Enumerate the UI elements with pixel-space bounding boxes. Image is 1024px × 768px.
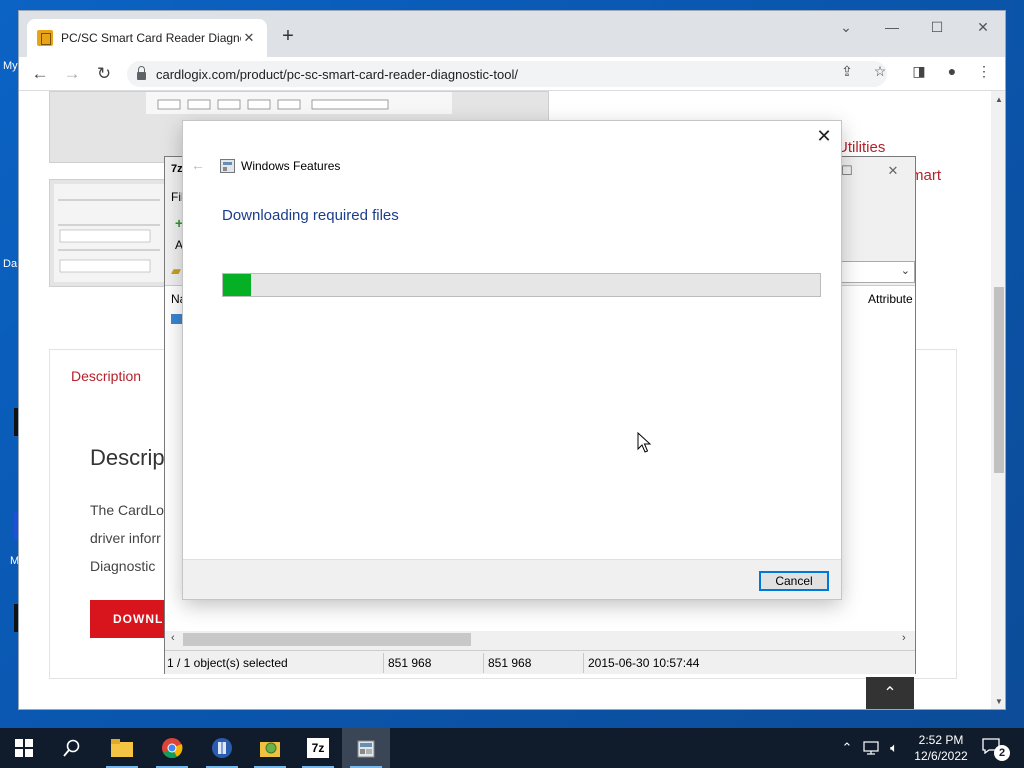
browser-toolbar: ← → ↻ cardlogix.com/product/pc-sc-smart-… [19,57,1005,91]
share-icon[interactable]: ⇪ [837,63,857,80]
windows-features-icon [220,159,235,173]
add-icon[interactable]: + [175,215,183,231]
description-text: driver inforr [90,530,161,546]
app-icon[interactable] [198,728,246,768]
start-icon[interactable] [0,728,48,768]
scrollbar-thumb[interactable] [994,287,1004,473]
status-packed: 851 968 [488,656,532,670]
dialog-title: Windows Features [241,159,341,173]
side-panel-icon[interactable]: ◨ [909,63,929,80]
tab-search-icon[interactable]: ⌄ [831,19,861,36]
clock-time: 2:52 PM [918,733,964,747]
maximize-button[interactable]: ☐ [922,19,952,36]
description-text: Diagnostic [90,558,156,574]
status-separator [583,653,584,673]
tab-close-icon[interactable]: ✕ [241,30,257,46]
7zip-menu-file[interactable]: Fil [171,190,184,204]
taskbar: 7z ⌃ 🔈︎ 2:52 PM 12/6/2022 2 [0,728,1024,768]
windows-features-dialog: ✕ ← Windows Features Downloading require… [183,121,841,599]
new-tab-button[interactable]: + [277,25,299,48]
dialog-footer: Cancel [183,559,841,599]
back-arrow-icon[interactable]: ← [191,157,205,173]
file-explorer-icon[interactable] [98,728,146,768]
scroll-up-icon[interactable]: ▲ [995,95,1003,104]
windows-features-icon[interactable] [342,728,390,768]
status-separator [483,653,484,673]
tab-description[interactable]: Description [71,368,141,384]
horizontal-scroll-thumb[interactable] [183,633,471,646]
url-text[interactable]: cardlogix.com/product/pc-sc-smart-card-r… [156,67,518,82]
chevron-down-icon[interactable]: ⌄ [901,264,910,277]
status-selection: 1 / 1 object(s) selected [167,656,288,670]
search-folder-icon[interactable] [246,728,294,768]
cancel-button[interactable]: Cancel [759,571,829,591]
notification-center-icon[interactable]: 2 [982,738,1010,761]
tab-title: PC/SC Smart Card Reader Diagno [61,31,241,45]
7zip-close-button[interactable]: ✕ [883,163,903,179]
file-icon[interactable] [171,314,183,324]
desktop-icon-label: Da [3,258,18,270]
taskbar-clock[interactable]: 2:52 PM 12/6/2022 [908,732,974,764]
network-icon[interactable] [860,728,882,768]
scroll-down-icon[interactable]: ▼ [995,697,1003,706]
sim-card-favicon-icon [37,30,53,46]
7zip-toolbar-add-label: A [175,238,184,252]
7zip-taskbar-label: 7z [307,738,329,758]
scroll-left-icon[interactable]: ‹ [171,632,175,644]
folder-up-icon[interactable]: ▰ [171,263,181,279]
page-scrollbar[interactable]: ▲ ▼ [991,91,1005,709]
star-bookmark-icon[interactable]: ☆ [870,63,890,80]
forward-arrow-icon[interactable]: → [61,63,83,85]
description-text: The CardLo [90,502,164,518]
mouse-cursor-icon [637,432,651,453]
progress-fill [223,274,252,296]
horizontal-scrollbar[interactable]: ‹ › [165,631,915,648]
menu-kebab-icon[interactable]: ⋮ [974,63,994,80]
desktop-icon-label: My [3,60,18,72]
7zip-icon[interactable]: 7z [294,728,342,768]
path-combo[interactable]: ⌄ [841,261,915,283]
clock-date: 12/6/2022 [914,749,968,763]
product-thumbnail[interactable] [49,179,169,287]
product-thumbnail-detail [54,184,164,282]
profile-avatar-icon[interactable]: ● [942,63,962,79]
close-icon[interactable]: ✕ [814,127,834,147]
product-image-detail [146,92,452,114]
reload-icon[interactable]: ↻ [93,63,115,85]
lock-icon[interactable] [137,66,146,80]
minimize-button[interactable]: — [877,19,907,35]
back-arrow-icon[interactable]: ← [29,63,51,85]
close-window-button[interactable]: ✕ [968,19,998,36]
notification-count: 2 [994,745,1010,761]
utilities-link[interactable]: Utilities [837,139,885,156]
address-bar[interactable]: cardlogix.com/product/pc-sc-smart-card-r… [127,61,887,87]
7zip-status-bar: 1 / 1 object(s) selected 851 968 851 968… [165,650,915,674]
7zip-app-icon: 7z [171,163,183,175]
status-size: 851 968 [388,656,432,670]
status-separator [383,653,384,673]
back-to-top-button[interactable]: ⌃ [866,677,914,709]
scroll-right-icon[interactable]: › [902,632,906,644]
search-icon[interactable] [48,728,96,768]
tab-strip: PC/SC Smart Card Reader Diagno ✕ + ⌄ — ☐… [19,11,1005,57]
volume-icon[interactable]: 🔈︎ [884,728,904,768]
dialog-heading: Downloading required files [222,207,399,224]
chrome-icon[interactable] [148,728,196,768]
download-progress-bar [222,273,821,297]
status-modified: 2015-06-30 10:57:44 [588,656,700,670]
browser-tab[interactable]: PC/SC Smart Card Reader Diagno ✕ [27,19,267,57]
column-attributes-header[interactable]: Attribute [868,292,913,306]
description-heading: Descrip [90,445,165,470]
show-hidden-icons-icon[interactable]: ⌃ [838,728,856,768]
